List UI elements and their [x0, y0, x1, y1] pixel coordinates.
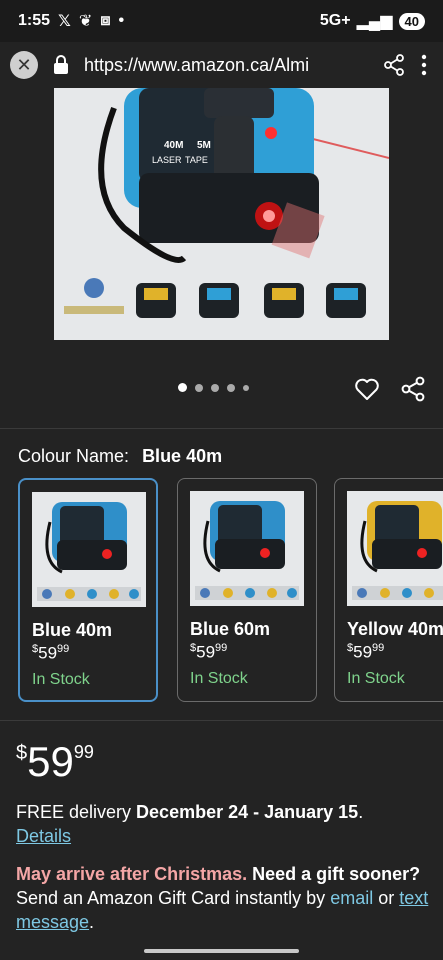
home-indicator[interactable]: [144, 949, 299, 953]
gift-sooner-text: Need a gift sooner?: [252, 864, 421, 884]
variant-swatch-blue-60m[interactable]: Blue 60m $5999 In Stock: [177, 478, 317, 702]
variant-stock-status: In Stock: [32, 671, 90, 688]
variant-price: $5999: [347, 642, 384, 663]
tape-measure-thumb: [347, 491, 443, 606]
heart-icon[interactable]: [354, 376, 380, 402]
colour-name-value: Blue 40m: [142, 446, 223, 466]
or-text: or: [378, 888, 395, 908]
variant-name: Yellow 40m: [347, 619, 443, 639]
variant-price: $5999: [32, 643, 69, 664]
delivery-info: FREE delivery December 24 - January 15.: [16, 802, 363, 823]
tape-measure-thumb: [190, 491, 304, 606]
gift-message: May arrive after Christmas. Need a gift …: [16, 862, 436, 934]
carousel-dot[interactable]: [195, 383, 203, 392]
tape-measure-thumb: [32, 492, 146, 607]
carousel-dot[interactable]: [211, 383, 219, 392]
carousel-dot[interactable]: [227, 383, 235, 392]
variant-image: [32, 492, 146, 607]
variant-swatch-yellow-40m[interactable]: Yellow 40m $5999 In Stock: [334, 478, 443, 702]
delivery-dates: December 24 - January 15: [136, 802, 359, 822]
product-image[interactable]: 40M 5M LASER TAPE: [54, 88, 389, 340]
section-divider: [0, 428, 443, 429]
variant-stock-status: In Stock: [347, 670, 405, 687]
variant-name: Blue 40m: [32, 620, 113, 640]
price-cents: 99: [372, 642, 385, 654]
more-menu-icon[interactable]: [421, 54, 427, 76]
price-cents: 99: [57, 643, 70, 655]
delivery-period: .: [358, 802, 364, 822]
price-dollars: 59: [27, 738, 74, 785]
price-dollars: 59: [196, 642, 216, 662]
price-currency: $: [16, 742, 28, 764]
variant-name: Blue 60m: [190, 619, 271, 639]
laser-range-text: 40M: [164, 140, 183, 151]
tape-label-text: TAPE: [185, 155, 208, 165]
tape-measure-illustration: 40M 5M LASER TAPE: [54, 88, 389, 340]
status-left: 1:55 𝕏 ❦ ⧈ •: [18, 11, 124, 31]
carousel-dot[interactable]: [243, 384, 249, 391]
laser-label-text: LASER: [152, 155, 182, 165]
colour-name-label: Colour Name:: [18, 446, 130, 466]
browser-url-bar: ✕ https://www.amazon.ca/Almi: [0, 42, 443, 88]
gift-card-text: Send an Amazon Gift Card instantly by: [16, 888, 326, 908]
variant-swatch-blue-40m[interactable]: Blue 40m $5999 In Stock: [18, 478, 158, 702]
screenshot-icon: ⧈: [100, 12, 111, 29]
delivery-details-link[interactable]: Details: [16, 826, 71, 847]
status-bar: 1:55 𝕏 ❦ ⧈ • 5G+ ▂▄▆ 40: [0, 0, 443, 42]
price-cents: 99: [73, 742, 94, 762]
variant-image: [347, 491, 443, 606]
section-divider: [0, 720, 443, 721]
leaf-icon: ❦: [78, 13, 93, 30]
url-text[interactable]: https://www.amazon.ca/Almi: [84, 55, 377, 76]
signal-icon: ▂▄▆: [356, 13, 393, 30]
image-carousel-indicator[interactable]: [178, 383, 249, 392]
share-icon[interactable]: [400, 376, 426, 402]
carousel-dot[interactable]: [178, 383, 187, 392]
notification-dot-icon: •: [118, 12, 125, 29]
product-price: $5999: [16, 738, 94, 786]
price-dollars: 59: [353, 642, 373, 662]
end-period: .: [89, 912, 95, 932]
variant-stock-status: In Stock: [190, 670, 248, 687]
price-dollars: 59: [38, 643, 58, 663]
lock-icon: [54, 55, 68, 74]
delivery-prefix: FREE delivery: [16, 802, 132, 822]
email-link[interactable]: email: [330, 888, 373, 908]
clock: 1:55: [18, 12, 51, 29]
colour-name-row: Colour Name: Blue 40m: [18, 446, 222, 467]
share-icon[interactable]: [383, 54, 405, 76]
x-app-icon: 𝕏: [58, 13, 71, 30]
close-icon: ✕: [16, 54, 32, 75]
close-tab-button[interactable]: ✕: [10, 51, 38, 79]
status-right: 5G+ ▂▄▆ 40: [320, 11, 425, 31]
battery-badge: 40: [398, 12, 425, 30]
christmas-warning: May arrive after Christmas.: [16, 864, 248, 884]
network-label: 5G+: [319, 12, 351, 29]
price-cents: 99: [215, 642, 228, 654]
variant-price: $5999: [190, 642, 227, 663]
variant-image: [190, 491, 304, 606]
tape-range-text: 5M: [197, 140, 211, 151]
